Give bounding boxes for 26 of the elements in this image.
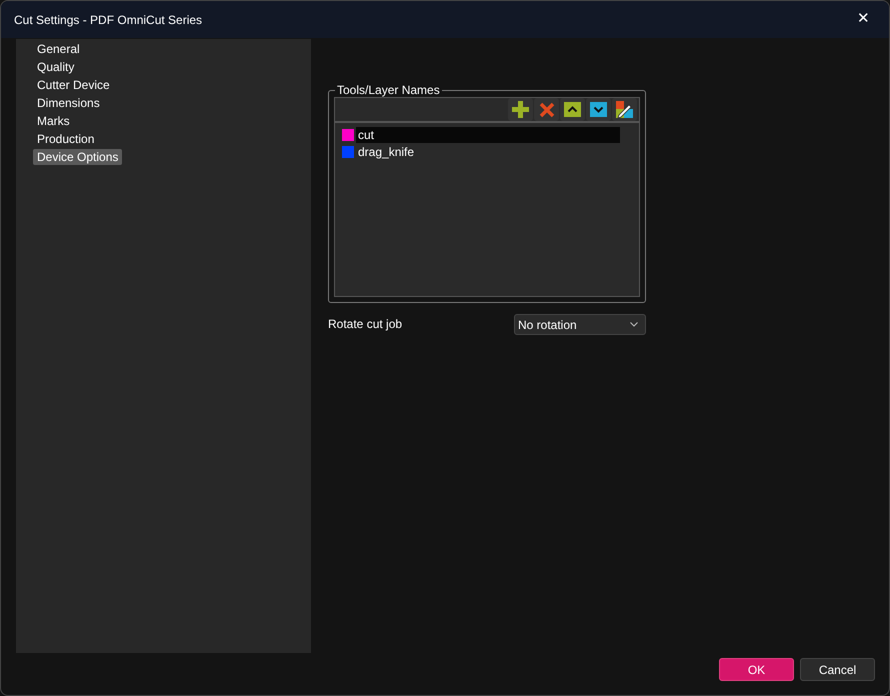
sidebar-item[interactable]: Cutter Device [33,77,114,93]
window-title: Cut Settings - PDF OmniCut Series [14,12,202,28]
sidebar-item[interactable]: Marks [33,113,74,129]
rotation-dropdown[interactable]: No rotation [514,314,646,335]
ok-button[interactable]: OK [719,658,794,681]
group-title: Tools/Layer Names [336,83,441,97]
close-button[interactable]: ✕ [857,8,870,31]
move-up-button[interactable] [560,98,585,121]
pencil-color-icon [616,101,633,118]
rotate-label: Rotate cut job [328,316,402,333]
layer-item[interactable]: drag_knife [356,144,620,160]
chevron-down-icon [630,322,638,327]
chevron-up-icon [564,102,581,117]
sidebar-item[interactable]: Production [33,131,98,147]
move-down-button[interactable] [586,98,611,121]
layer-item[interactable]: cut [356,126,620,142]
add-button[interactable] [508,98,533,121]
x-icon [538,102,554,118]
edit-color-button[interactable] [612,98,637,121]
sidebar-item[interactable]: Quality [33,59,78,75]
sidebar-item[interactable]: Dimensions [33,95,104,111]
cancel-button[interactable]: Cancel [800,658,875,681]
sidebar-item[interactable]: General [33,41,84,57]
sidebar-item[interactable]: Device Options [33,149,122,165]
chevron-down-icon [590,102,607,117]
plus-icon [512,101,529,118]
